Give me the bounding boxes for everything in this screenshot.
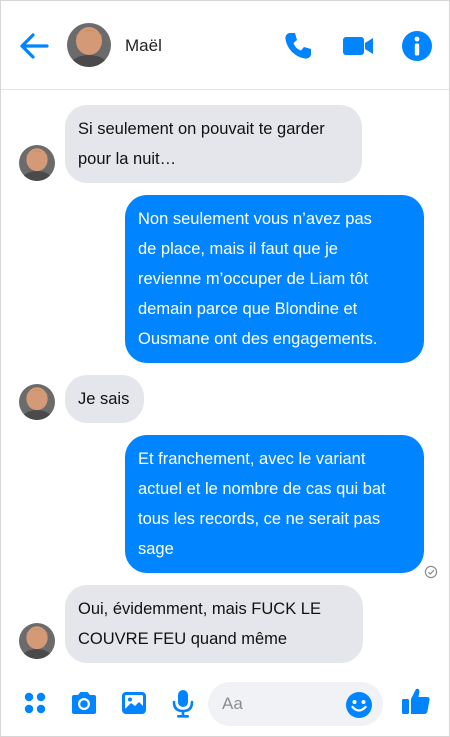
delivered-check-icon [424, 565, 438, 579]
outgoing-message-bubble[interactable]: Et franchement, avec le variant actuel e… [125, 435, 424, 573]
message-line: actuel et le nombre de cas qui bat [138, 480, 386, 498]
message-list[interactable]: Si seulement on pouvait te garder pour l… [1, 91, 449, 673]
message-line: tous les records, ce ne serait pas [138, 510, 381, 528]
message-line: Et franchement, avec le variant [138, 450, 366, 468]
message-line: Je sais [78, 390, 130, 408]
phone-icon[interactable] [281, 29, 315, 63]
sender-avatar[interactable] [19, 623, 55, 659]
sender-avatar[interactable] [19, 145, 55, 181]
contact-name[interactable]: Maël [125, 36, 162, 56]
emoji-icon[interactable] [345, 691, 373, 719]
message-line: Oui, évidemment, mais FUCK LE [78, 600, 321, 618]
message-line: de place, mais il faut que je [138, 240, 338, 258]
message-composer [1, 673, 449, 736]
message-line: Non seulement vous n’avez pas [138, 210, 372, 228]
incoming-message-bubble[interactable]: Je sais [65, 375, 144, 423]
microphone-icon[interactable] [167, 687, 199, 719]
incoming-message-bubble[interactable]: Si seulement on pouvait te garder pour l… [65, 105, 362, 183]
avatar-photo [19, 145, 55, 181]
video-camera-icon[interactable] [341, 29, 375, 63]
outgoing-message-bubble[interactable]: Non seulement vous n’avez pas de place, … [125, 195, 424, 363]
info-icon[interactable] [400, 29, 434, 63]
messenger-window: Maël Si seulement on pouvait te garder p… [0, 0, 450, 737]
message-line: pour la nuit… [78, 150, 177, 168]
message-line: Ousmane ont des engagements. [138, 330, 378, 348]
conversation-header: Maël [1, 1, 449, 90]
avatar-photo [19, 384, 55, 420]
incoming-message-bubble[interactable]: Oui, évidemment, mais FUCK LE COUVRE FEU… [65, 585, 363, 663]
camera-icon[interactable] [68, 687, 100, 719]
sender-avatar[interactable] [19, 384, 55, 420]
message-line: sage [138, 540, 174, 558]
back-arrow-icon[interactable] [17, 31, 51, 61]
message-line: demain parce que Blondine et [138, 300, 358, 318]
message-line: Si seulement on pouvait te garder [78, 120, 325, 138]
avatar-photo [19, 623, 55, 659]
avatar-photo [67, 23, 111, 67]
contact-avatar[interactable] [67, 23, 111, 67]
message-line: COUVRE FEU quand même [78, 630, 288, 648]
thumbs-up-icon[interactable] [400, 685, 432, 717]
image-icon[interactable] [118, 687, 150, 719]
apps-icon[interactable] [19, 687, 51, 719]
message-line: revienne m’occuper de Liam tôt [138, 270, 369, 288]
